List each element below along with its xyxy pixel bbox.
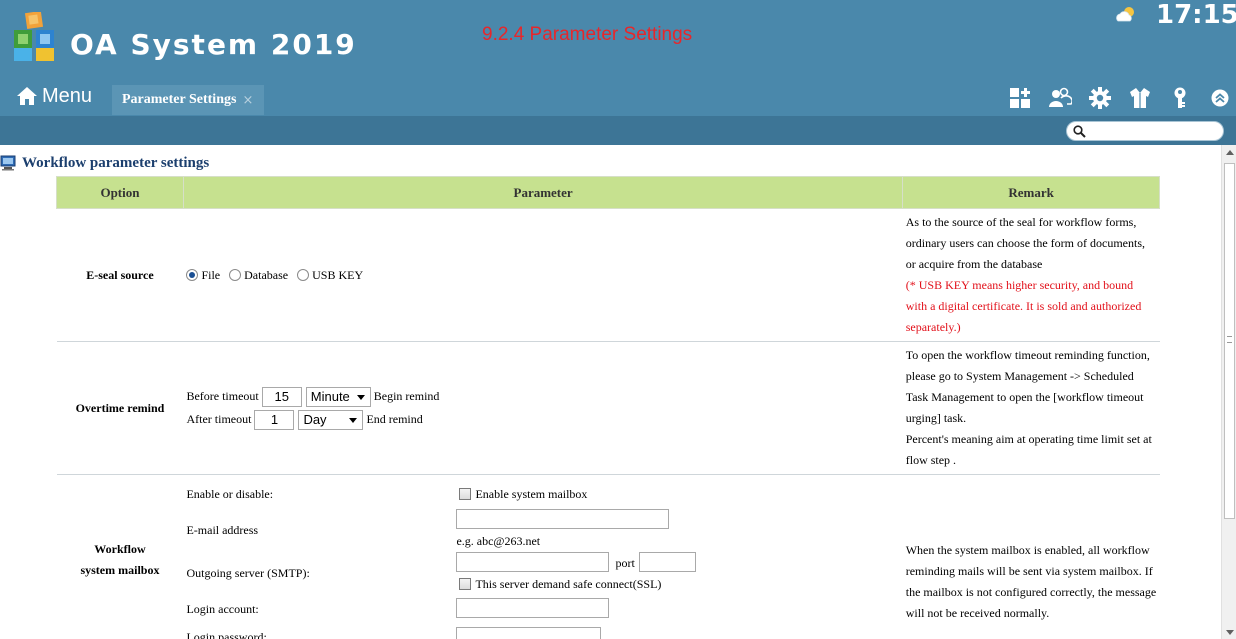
login-password-field[interactable] — [456, 627, 602, 639]
table-row-overtime: Overtime remind Before timeout 15 Minute… — [56, 341, 1160, 475]
gear-icon[interactable] — [1088, 86, 1112, 110]
dashboard-add-icon[interactable] — [1008, 86, 1032, 110]
overtime-remark-text: To open the workflow timeout reminding f… — [905, 348, 1150, 425]
section-title-text: Workflow parameter settings — [22, 154, 210, 171]
scrollbar-grip-icon — [1227, 336, 1232, 343]
header-option: Option — [56, 176, 184, 209]
app-logo-icon — [14, 12, 54, 61]
login-account-label: Login account: — [186, 602, 259, 616]
eseal-option-label: E-seal source — [56, 208, 184, 342]
overtime-option-label: Overtime remind — [56, 341, 184, 475]
mailbox-remark: When the system mailbox is enabled, all … — [902, 474, 1160, 639]
monitor-icon — [0, 155, 16, 171]
after-timeout-label: After timeout — [186, 412, 252, 426]
toolbar — [1008, 85, 1232, 111]
port-label: port — [615, 556, 635, 570]
eseal-remark-text: As to the source of the seal for workflo… — [905, 215, 1145, 271]
scrollbar-thumb[interactable] — [1224, 163, 1235, 519]
overtime-remark: To open the workflow timeout reminding f… — [902, 341, 1160, 475]
enable-checkbox-control[interactable] — [459, 488, 472, 500]
tab-parameter-settings[interactable]: Parameter Settings × — [112, 85, 264, 115]
radio-file-control[interactable] — [186, 268, 199, 281]
after-timeout-input[interactable]: 1 — [254, 409, 295, 430]
key-icon[interactable] — [1168, 86, 1192, 110]
menu-button[interactable]: Menu — [16, 82, 92, 110]
sub-toolbar — [0, 116, 1236, 145]
scroll-down-arrow-icon[interactable] — [1226, 630, 1234, 635]
tab-close-icon[interactable]: × — [242, 93, 253, 108]
ssl-checkbox-label: This server demand safe connect(SSL) — [475, 577, 662, 591]
before-timeout-row: Before timeout 15 Minute Begin remind — [186, 385, 902, 408]
email-label: E-mail address — [186, 523, 259, 537]
overtime-parameters: Before timeout 15 Minute Begin remind Af… — [183, 341, 903, 475]
eseal-parameters: File Database USB KEY — [183, 208, 903, 342]
table-row-eseal: E-seal source File Database USB KEY As t… — [56, 208, 1160, 342]
enable-system-mailbox-checkbox[interactable]: Enable system mailbox — [459, 487, 587, 502]
before-timeout-suffix: Begin remind — [373, 389, 440, 403]
radio-database[interactable]: Database — [229, 268, 288, 283]
port-field[interactable] — [639, 552, 697, 572]
clock: 17:15 — [1156, 0, 1236, 30]
after-timeout-unit-select[interactable]: Day — [298, 409, 364, 430]
weather-icon — [1116, 7, 1134, 22]
document-heading: 9.2.4 Parameter Settings — [482, 24, 693, 45]
radio-database-label: Database — [244, 267, 289, 282]
radio-file[interactable]: File — [186, 268, 220, 283]
before-timeout-unit-select[interactable]: Minute — [305, 386, 371, 407]
header-parameter: Parameter — [182, 176, 904, 209]
radio-usb-key-label: USB KEY — [312, 267, 364, 282]
login-password-label: Login password: — [186, 630, 267, 639]
before-timeout-label: Before timeout — [186, 389, 259, 403]
eseal-remark: As to the source of the seal for workflo… — [902, 208, 1160, 342]
login-account-field[interactable] — [456, 598, 610, 618]
email-field[interactable] — [456, 509, 670, 529]
users-icon[interactable] — [1048, 86, 1072, 110]
header-remark: Remark — [902, 176, 1160, 209]
overtime-remark-text-2: Percent's meaning aim at operating time … — [905, 432, 1152, 467]
mailbox-parameters: Enable or disable: Enable system mailbox… — [183, 474, 903, 639]
collapse-up-icon[interactable] — [1208, 86, 1232, 110]
app-title: OA System 2019 — [70, 28, 357, 61]
section-title: Workflow parameter settings — [0, 153, 209, 173]
mailbox-option-label: Workflow system mailbox — [56, 474, 184, 639]
shirt-icon[interactable] — [1128, 86, 1152, 110]
scroll-up-arrow-icon[interactable] — [1226, 150, 1234, 155]
enable-checkbox-label: Enable system mailbox — [475, 487, 588, 501]
ssl-checkbox-control[interactable] — [459, 578, 472, 590]
enable-label: Enable or disable: — [186, 487, 274, 501]
mailbox-form: Enable or disable: Enable system mailbox… — [186, 475, 902, 639]
radio-file-label: File — [201, 267, 221, 282]
search-input[interactable] — [1066, 121, 1224, 141]
radio-database-control[interactable] — [229, 268, 242, 281]
before-timeout-input[interactable]: 15 — [261, 386, 302, 407]
tab-label: Parameter Settings — [122, 92, 237, 107]
parameter-table: Option Parameter Remark E-seal source Fi… — [56, 176, 1160, 639]
table-row-mailbox: Workflow system mailbox Enable or disabl… — [56, 474, 1160, 639]
email-hint: e.g. abc@263.net — [456, 534, 541, 548]
smtp-field[interactable] — [456, 552, 610, 572]
radio-usb-key-control[interactable] — [297, 268, 310, 281]
eseal-remark-note: (* USB KEY means higher security, and bo… — [905, 278, 1142, 334]
home-icon — [17, 87, 37, 105]
vertical-scrollbar[interactable] — [1221, 145, 1236, 639]
radio-usb-key[interactable]: USB KEY — [297, 268, 363, 283]
after-timeout-row: After timeout 1 Day End remind — [186, 408, 902, 431]
menu-label: Menu — [42, 84, 93, 107]
table-header-row: Option Parameter Remark — [56, 176, 1160, 209]
ssl-checkbox[interactable]: This server demand safe connect(SSL) — [459, 577, 661, 592]
search-icon — [1073, 125, 1086, 138]
smtp-label: Outgoing server (SMTP): — [186, 566, 310, 580]
after-timeout-suffix: End remind — [366, 412, 423, 426]
